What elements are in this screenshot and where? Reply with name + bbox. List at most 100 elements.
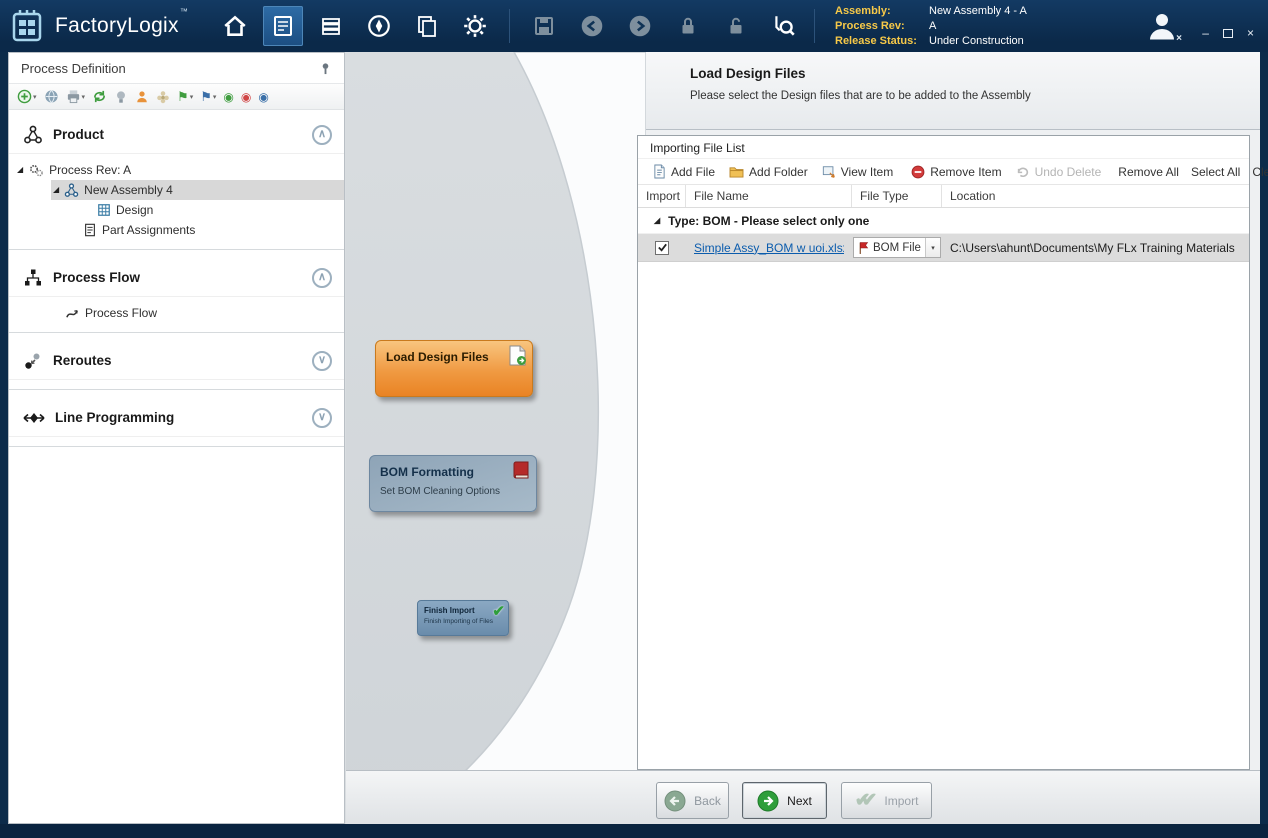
tree-section-process-flow[interactable]: Process Flow ∧: [9, 259, 344, 297]
next-label: Next: [787, 794, 812, 808]
tree-section-label: Reroutes: [53, 353, 112, 368]
import-button[interactable]: ✔✔ Import: [841, 782, 932, 819]
next-button[interactable]: Next: [742, 782, 827, 819]
import-checkbox[interactable]: [655, 241, 669, 255]
add-file-button[interactable]: Add File: [646, 164, 722, 179]
lock-button[interactable]: [668, 6, 708, 46]
column-header-file-type[interactable]: File Type: [852, 185, 942, 207]
assembly-icon: [64, 183, 79, 198]
process-definition-icon: [271, 14, 295, 38]
user-logout-button[interactable]: ×: [1144, 8, 1180, 44]
expand-section-button[interactable]: ∨: [312, 351, 332, 371]
green-circle-icon: ◉: [223, 91, 233, 103]
status-red-button[interactable]: ◉: [241, 91, 251, 103]
bom-flag-icon: [858, 241, 869, 255]
sync-button[interactable]: [92, 89, 107, 104]
step-header: Load Design Files Please select the Desi…: [646, 52, 1260, 130]
gear-icon: [462, 13, 488, 39]
save-button[interactable]: [524, 6, 564, 46]
remove-item-button[interactable]: Remove Item: [904, 165, 1008, 179]
forward-nav-button[interactable]: [620, 6, 660, 46]
view-item-button[interactable]: View Item: [815, 165, 900, 179]
column-header-import[interactable]: Import: [638, 185, 686, 207]
navigator-button[interactable]: [359, 6, 399, 46]
unlock-button[interactable]: [716, 6, 756, 46]
process-definition-tab-button[interactable]: [263, 6, 303, 46]
print-dropdown-button[interactable]: ▾: [66, 89, 86, 104]
file-type-dropdown-button[interactable]: ▾: [925, 238, 940, 257]
file-list-toolbar: Add File Add Folder View Item: [638, 158, 1249, 184]
tree-item-new-assembly[interactable]: ◢ New Assembly 4: [51, 180, 344, 200]
wizard-step-finish-import[interactable]: Finish Import Finish Importing of Files …: [417, 600, 509, 636]
back-button[interactable]: Back: [656, 782, 729, 819]
status-green-button[interactable]: ◉: [223, 91, 233, 103]
materials-button[interactable]: [311, 6, 351, 46]
tree-item-label: Process Rev: A: [49, 163, 131, 177]
blue-circle-icon: ◉: [258, 91, 268, 103]
process-rev-info-row: Process Rev: A: [835, 19, 1103, 34]
tree-section-line-programming[interactable]: Line Programming ∨: [9, 399, 344, 437]
tool-label: Undo Delete: [1035, 165, 1102, 179]
expander-icon[interactable]: ◢: [17, 166, 23, 174]
status-blue-button[interactable]: ◉: [258, 91, 268, 103]
globe-button[interactable]: [44, 89, 59, 104]
tree-item-process-flow[interactable]: Process Flow: [9, 303, 344, 323]
close-button[interactable]: ×: [1247, 26, 1254, 40]
grid-header-row: Import File Name File Type Location: [638, 184, 1249, 208]
documents-button[interactable]: [407, 6, 447, 46]
clear-all-button[interactable]: Clear All: [1246, 165, 1268, 179]
file-name-link[interactable]: Simple Assy_BOM w uoi.xlsx: [694, 241, 844, 255]
expander-icon[interactable]: ◢: [53, 186, 59, 194]
product-icon: [23, 125, 43, 145]
remove-all-button[interactable]: Remove All: [1112, 165, 1185, 179]
file-row[interactable]: Simple Assy_BOM w uoi.xlsx BOM File ▾ C:…: [638, 234, 1249, 262]
add-dropdown-button[interactable]: ▾: [17, 89, 37, 104]
home-button[interactable]: [215, 6, 255, 46]
maximize-button[interactable]: [1223, 29, 1233, 38]
file-type-combo[interactable]: BOM File ▾: [853, 237, 941, 258]
expand-section-button[interactable]: ∨: [312, 408, 332, 428]
pin-icon[interactable]: [319, 62, 332, 75]
wizard-step-title: BOM Formatting: [370, 456, 536, 479]
settings-button[interactable]: [455, 6, 495, 46]
red-circle-icon: ◉: [241, 91, 251, 103]
select-all-button[interactable]: Select All: [1185, 165, 1246, 179]
file-type-value: BOM File: [873, 242, 921, 254]
tree-item-process-rev[interactable]: ◢ Process Rev: A: [9, 160, 344, 180]
process-flow-section-icon: [23, 268, 43, 288]
group-row-bom[interactable]: ◢ Type: BOM - Please select only one: [638, 208, 1249, 234]
location-text: C:\Users\ahunt\Documents\My FLx Training…: [950, 241, 1235, 255]
tree-section-product[interactable]: Product ∧: [9, 116, 344, 154]
checkmark-icon: [657, 242, 668, 253]
add-folder-button[interactable]: Add Folder: [722, 165, 815, 179]
next-arrow-icon: [757, 790, 779, 812]
step-subtitle: Please select the Design files that are …: [690, 90, 1031, 102]
view-item-icon: [822, 165, 836, 179]
step-title: Load Design Files: [690, 66, 806, 81]
chevron-up-icon: ∧: [318, 272, 326, 283]
column-header-location[interactable]: Location: [942, 185, 1249, 207]
audit-search-button[interactable]: [764, 6, 804, 46]
group-label: Type: BOM - Please select only one: [668, 214, 869, 228]
collapse-section-button[interactable]: ∧: [312, 125, 332, 145]
tree-section-reroutes[interactable]: Reroutes ∨: [9, 342, 344, 380]
workspace: Load Design Files BOM Formatting Set BOM…: [346, 52, 1260, 824]
back-nav-button[interactable]: [572, 6, 612, 46]
collapse-section-button[interactable]: ∧: [312, 268, 332, 288]
operator-button[interactable]: [135, 90, 149, 104]
wizard-step-bom-formatting[interactable]: BOM Formatting Set BOM Cleaning Options: [369, 455, 537, 512]
lamp-button[interactable]: [114, 90, 128, 104]
chevron-down-icon: ∨: [318, 412, 326, 423]
wizard-step-load-design-files[interactable]: Load Design Files: [375, 340, 533, 397]
column-header-file-name[interactable]: File Name: [686, 185, 852, 207]
undo-delete-button[interactable]: Undo Delete: [1009, 165, 1109, 179]
group-expander-icon[interactable]: ◢: [654, 217, 660, 225]
lock-icon: [676, 14, 700, 38]
minimize-button[interactable]: –: [1202, 26, 1209, 40]
tree-item-part-assignments[interactable]: Part Assignments: [9, 220, 344, 240]
divider: [9, 332, 344, 333]
tree-item-design[interactable]: Design: [9, 200, 344, 220]
flag-blue-dropdown-button[interactable]: ⚑▾: [200, 90, 216, 103]
flower-button[interactable]: [156, 90, 170, 104]
flag-green-dropdown-button[interactable]: ⚑▾: [177, 90, 193, 103]
